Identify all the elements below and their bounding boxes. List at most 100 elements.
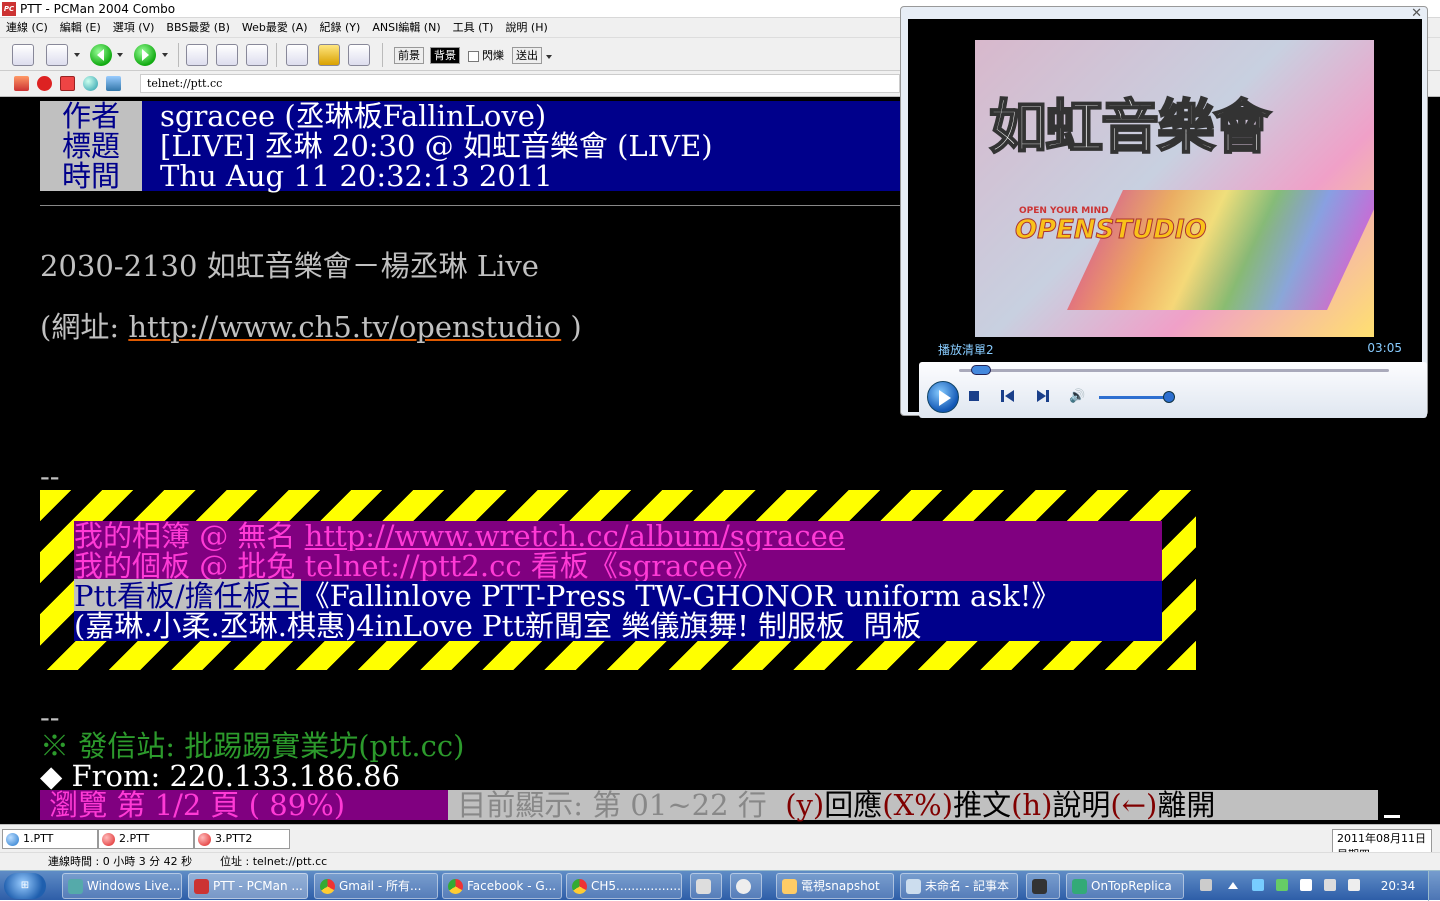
menu-options[interactable]: 選項 (V) [107, 18, 161, 38]
chevron-down-icon[interactable] [117, 53, 123, 60]
signature-line: 我的個板 @ 批兔 telnet://ptt2.cc 看板《sgracee》 [74, 551, 1162, 581]
security-icon[interactable] [1276, 879, 1288, 891]
task-snapshot[interactable]: 電視snapshot [776, 873, 894, 899]
signature-line: 我的相簿 @ 無名 http://www.wretch.cc/album/sgr… [74, 521, 1162, 551]
menu-ansi-edit[interactable]: ANSI編輯 (N) [366, 18, 446, 38]
foreground-button[interactable]: 前景 [394, 47, 424, 64]
volume-icon[interactable]: 🔊 [1069, 390, 1085, 404]
volume-slider[interactable] [1099, 396, 1170, 399]
task-pcman[interactable]: PTT - PCMan ... [188, 873, 308, 899]
menu-web-favorites[interactable]: Web最愛 (A) [236, 18, 314, 38]
play-icon[interactable] [927, 381, 959, 413]
task-label: Windows Live... [87, 879, 181, 893]
globe-icon[interactable] [83, 76, 98, 91]
keyboard-icon[interactable] [1200, 879, 1212, 891]
media-player-window[interactable]: ✕ 如虹音樂會 OPEN YOUR MIND OPENSTUDIO 播放清單2 … [900, 6, 1428, 418]
stream-link[interactable]: http://www.ch5.tv/openstudio [128, 310, 561, 344]
video-brand: OPENSTUDIO [1015, 215, 1208, 246]
send-button[interactable]: 送出 [512, 47, 542, 64]
start-button[interactable]: ⊞ [4, 873, 46, 899]
video-frame[interactable]: 如虹音樂會 OPEN YOUR MIND OPENSTUDIO [975, 40, 1374, 337]
taskbar: ⊞ Windows Live... PTT - PCMan ... Gmail … [0, 870, 1440, 901]
task-gmail[interactable]: Gmail - 所有... [314, 873, 438, 899]
network-icon[interactable] [1252, 879, 1264, 891]
task-app[interactable] [690, 873, 722, 899]
background-button[interactable]: 背景 [430, 47, 460, 64]
speaker-icon[interactable] [1348, 879, 1360, 891]
stop-icon[interactable] [37, 76, 52, 91]
menu-log[interactable]: 紀錄 (Y) [314, 18, 367, 38]
forward-arrow-icon[interactable] [134, 44, 156, 66]
clock[interactable]: 20:34 [1378, 871, 1418, 901]
home-icon[interactable] [14, 76, 29, 91]
chevron-down-icon[interactable] [74, 53, 80, 60]
windows-logo-icon: ⊞ [20, 880, 30, 891]
menu-bbs-favorites[interactable]: BBS最愛 (B) [160, 18, 236, 38]
tab-ptt-1[interactable]: 1.PTT [2, 829, 98, 849]
video-title-graphic: 如虹音樂會 [988, 92, 1272, 162]
task-notepad[interactable]: 未命名 - 記事本 [900, 873, 1018, 899]
new-connection-icon[interactable] [46, 44, 68, 66]
chevron-down-icon[interactable] [546, 55, 552, 62]
previous-icon[interactable] [1001, 390, 1015, 402]
back-arrow-icon[interactable] [90, 44, 112, 66]
disconnected-icon [198, 833, 211, 846]
moderator-label: Ptt看板/擔任板主 [74, 579, 301, 613]
tray-expand-icon[interactable] [1228, 882, 1238, 889]
tab-ptt2-3[interactable]: 3.PTT2 [194, 829, 290, 849]
task-ch5[interactable]: CH5................... [566, 873, 682, 899]
help-action[interactable]: 說明 [1052, 788, 1110, 822]
monitor-icon[interactable] [1324, 879, 1336, 891]
address-input[interactable]: telnet://ptt.cc [140, 74, 900, 93]
connected-icon [6, 833, 19, 846]
copy-icon[interactable] [186, 44, 208, 66]
stop-icon[interactable] [969, 391, 979, 401]
author-label: 作者 [40, 101, 142, 131]
blink-checkbox[interactable] [468, 51, 479, 62]
window-icon[interactable] [106, 76, 121, 91]
url-suffix: ) [561, 310, 582, 344]
notepad-icon [906, 879, 921, 894]
soccer-icon [736, 879, 751, 894]
leave-action[interactable]: 離開 [1157, 788, 1215, 822]
task-ontopreplica[interactable]: OnTopReplica [1066, 873, 1184, 899]
copy-ansi-icon[interactable] [216, 44, 238, 66]
search-icon[interactable] [348, 44, 370, 66]
album-link[interactable]: http://www.wretch.cc/album/sgracee [305, 519, 845, 553]
reply-action[interactable]: 回應 [824, 788, 882, 822]
chrome-icon [448, 879, 463, 894]
task-console[interactable] [1026, 873, 1060, 899]
player-controls: 🔊 [919, 362, 1427, 418]
menu-help[interactable]: 說明 (H) [499, 18, 553, 38]
paste-icon[interactable] [246, 44, 268, 66]
menu-tools[interactable]: 工具 (T) [447, 18, 500, 38]
task-facebook[interactable]: Facebook - G... [442, 873, 562, 899]
menu-edit[interactable]: 編輯 (E) [54, 18, 107, 38]
volume-handle[interactable] [1163, 391, 1176, 403]
task-soccer[interactable] [730, 873, 762, 899]
show-desktop-button[interactable] [1428, 871, 1440, 901]
tab-ptt-2[interactable]: 2.PTT [98, 829, 194, 849]
menu-connect[interactable]: 連線 (C) [0, 18, 54, 38]
push-action[interactable]: 推文 [953, 788, 1011, 822]
toolbar-divider [276, 43, 277, 67]
showing-lines: 目前顯示: 第 01~22 行 [448, 788, 786, 822]
pcman-icon [194, 879, 209, 894]
edit-icon[interactable] [286, 44, 308, 66]
footer-separator: -- [40, 700, 60, 734]
seek-bar[interactable] [959, 369, 1389, 372]
flag-icon[interactable] [1300, 879, 1312, 891]
ontopreplica-icon [1072, 879, 1087, 894]
board-link[interactable]: telnet://ptt2.cc 看板《sgracee》 [305, 549, 762, 583]
close-icon[interactable] [60, 76, 75, 91]
task-windows-live[interactable]: Windows Live... [62, 873, 182, 899]
seek-handle[interactable] [970, 365, 991, 375]
lock-icon[interactable] [318, 44, 340, 66]
tab-label: 3.PTT2 [215, 832, 253, 845]
status-bar: 連線時間 : 0 小時 3 分 42 秒 位址 : telnet://ptt.c… [0, 852, 1440, 870]
disconnected-icon [102, 833, 115, 846]
connect-icon[interactable] [12, 44, 34, 66]
next-icon[interactable] [1035, 390, 1049, 402]
playlist-name[interactable]: 播放清單2 [938, 341, 994, 358]
chevron-down-icon[interactable] [162, 53, 168, 60]
